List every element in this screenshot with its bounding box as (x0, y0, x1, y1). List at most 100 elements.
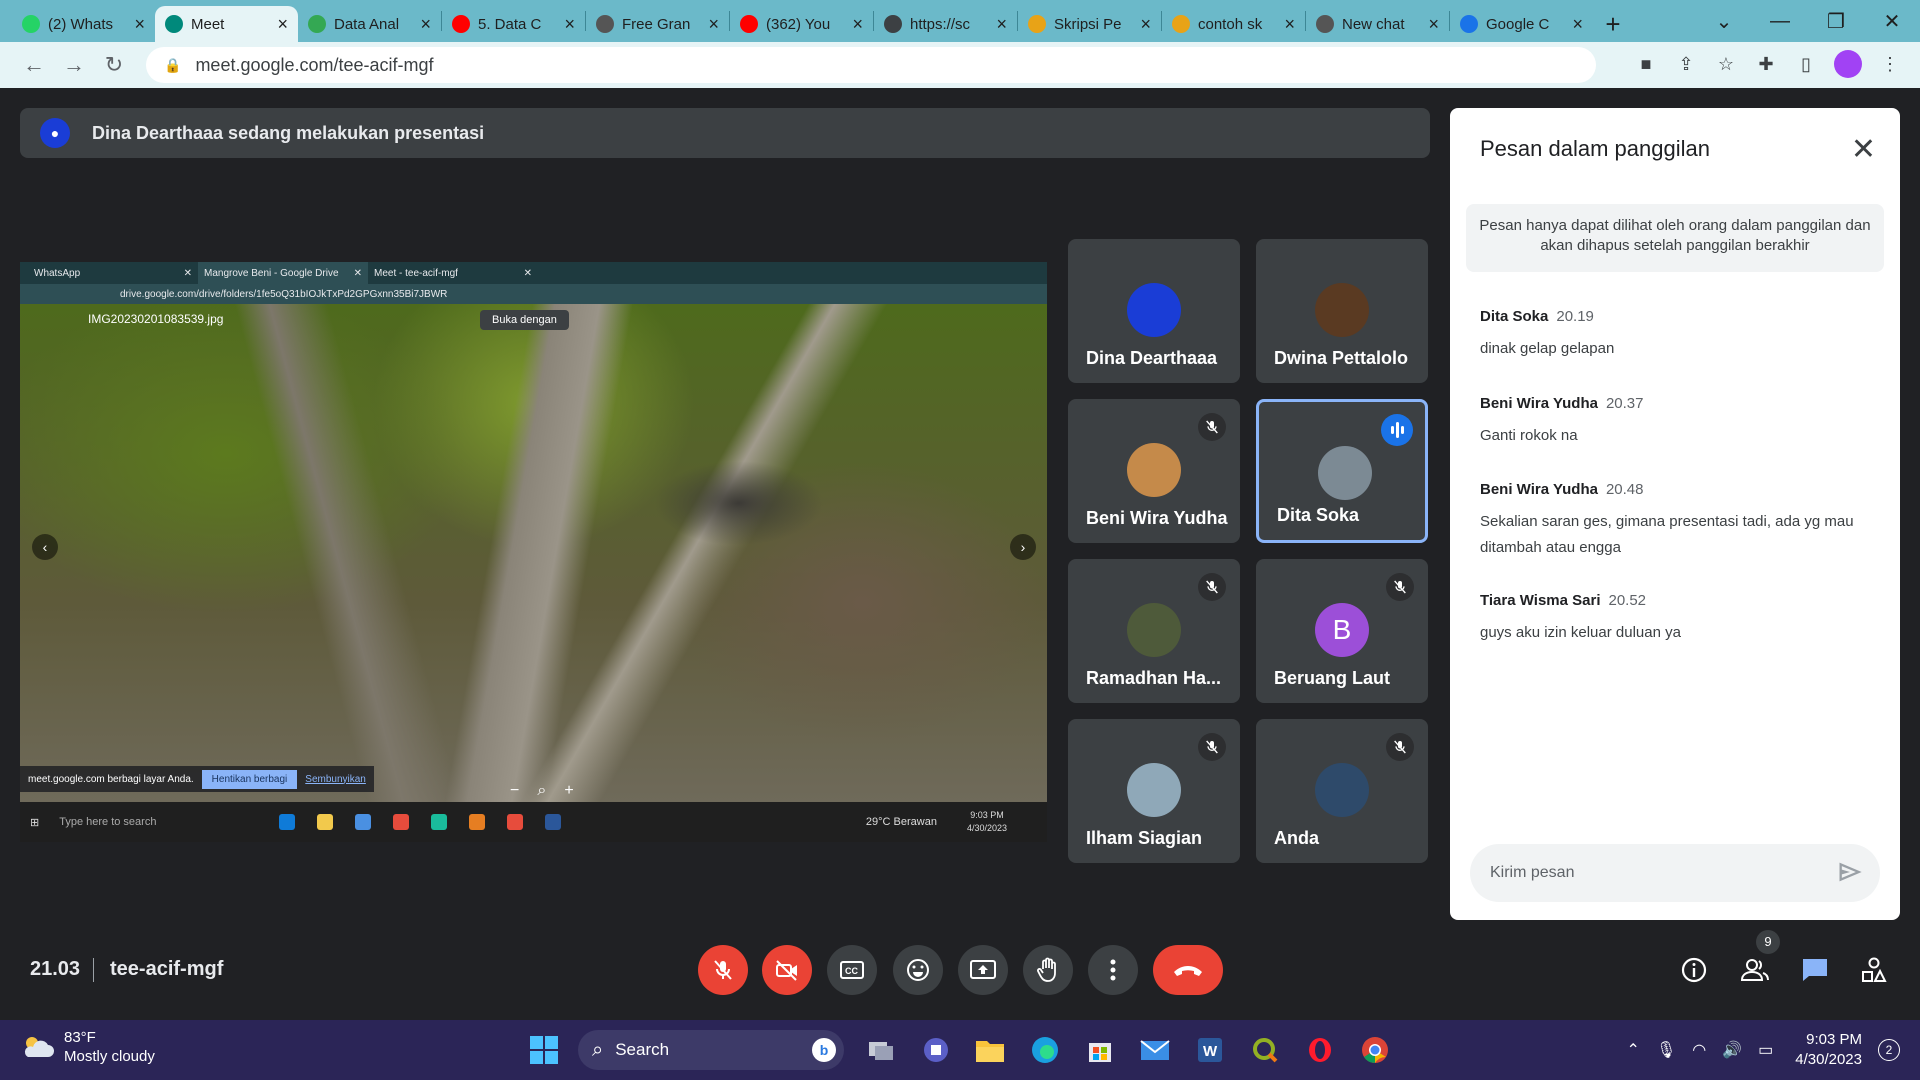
participant-tile[interactable]: Beni Wira Yudha (1068, 399, 1240, 543)
opera-icon[interactable] (1302, 1032, 1338, 1068)
extensions-icon[interactable]: ✚ (1746, 54, 1786, 75)
tab-close-icon[interactable]: × (277, 14, 288, 35)
activities-button[interactable] (1856, 952, 1892, 988)
tab-close-icon[interactable]: × (708, 14, 719, 35)
task-view-icon[interactable] (863, 1032, 899, 1068)
more-options-button[interactable] (1088, 945, 1138, 995)
chat-button[interactable] (1797, 952, 1833, 988)
tab-close-icon[interactable]: × (134, 14, 145, 35)
menu-icon[interactable]: ⋮ (1870, 54, 1910, 75)
share-icon[interactable]: ⇪ (1666, 54, 1706, 75)
reload-icon[interactable]: ↻ (94, 52, 134, 78)
back-icon[interactable]: ← (14, 52, 54, 78)
camera-icon[interactable]: ■ (1626, 54, 1666, 75)
minimize-button[interactable]: — (1752, 10, 1808, 33)
browser-tab[interactable]: Data Anal × (298, 6, 441, 42)
mic-off-icon (1198, 413, 1226, 441)
maximize-button[interactable]: ❐ (1808, 9, 1864, 34)
browser-tab-strip: (2) Whats × Meet × Data Anal × 5. Data C × Free … (0, 0, 1920, 42)
tab-close-icon[interactable]: × (852, 14, 863, 35)
forward-icon[interactable]: → (54, 52, 94, 78)
participant-tile[interactable]: Ilham Siagian (1068, 719, 1240, 863)
tab-title: (2) Whats (48, 15, 114, 33)
browser-tab[interactable]: (362) You × (730, 6, 873, 42)
avatar (1127, 443, 1181, 497)
meeting-details-button[interactable] (1676, 952, 1712, 988)
browser-tab[interactable]: 5. Data C × (442, 6, 585, 42)
tab-close-icon[interactable]: × (1572, 14, 1583, 35)
teams-icon[interactable] (918, 1032, 954, 1068)
search-icon: ⌕ (592, 1038, 604, 1061)
camera-toggle-button[interactable] (762, 945, 812, 995)
present-screen-button[interactable] (958, 945, 1008, 995)
shared-taskbar-icons (279, 814, 562, 830)
captions-button[interactable]: CC (827, 945, 877, 995)
tab-close-icon[interactable]: × (420, 14, 431, 35)
tab-title: Google C (1486, 15, 1550, 33)
address-bar[interactable]: 🔒 meet.google.com/tee-acif-mgf (146, 47, 1596, 83)
send-icon[interactable] (1836, 858, 1864, 891)
meeting-time: 21.03 (30, 958, 81, 980)
microphone-icon[interactable]: 🎙 (1656, 1040, 1676, 1060)
volume-icon[interactable]: 🔊 (1722, 1040, 1742, 1060)
profile-avatar[interactable] (1834, 50, 1862, 78)
participant-tile[interactable]: Dita Soka (1256, 399, 1428, 543)
bing-icon[interactable]: b (812, 1038, 836, 1062)
bookmark-star-icon[interactable]: ☆ (1706, 54, 1746, 75)
new-tab-button[interactable]: + (1593, 6, 1633, 42)
chat-input[interactable]: Kirim pesan (1470, 844, 1880, 902)
shared-clock: 9:03 PM 4/30/2023 (966, 810, 1007, 833)
weather-widget[interactable]: 83°F Mostly cloudy (20, 1028, 155, 1066)
start-button[interactable] (526, 1032, 562, 1068)
chevron-up-icon[interactable]: ⌃ (1627, 1040, 1640, 1060)
reactions-button[interactable] (893, 945, 943, 995)
participant-tile[interactable]: B Beruang Laut (1256, 559, 1428, 703)
browser-tab[interactable]: Meet × (155, 6, 298, 42)
lock-icon[interactable]: 🔒 (164, 57, 181, 74)
tab-close-icon[interactable]: × (1284, 14, 1295, 35)
shared-taskbar: ⊞ Type here to search 29°C Berawan 9:03 … (20, 802, 1047, 842)
close-icon[interactable]: ✕ (1851, 132, 1876, 167)
raise-hand-button[interactable] (1023, 945, 1073, 995)
browser-tab[interactable]: Free Gran × (586, 6, 729, 42)
file-explorer-icon[interactable] (972, 1032, 1008, 1068)
leave-call-button[interactable] (1153, 945, 1223, 995)
store-icon[interactable] (1082, 1032, 1118, 1068)
tab-close-icon[interactable]: × (564, 14, 575, 35)
weather-desc: Mostly cloudy (64, 1048, 155, 1065)
url-text: meet.google.com/tee-acif-mgf (195, 54, 434, 75)
browser-tab[interactable]: contoh sk × (1162, 6, 1305, 42)
mic-toggle-button[interactable] (698, 945, 748, 995)
participant-tile[interactable]: Ramadhan Ha... (1068, 559, 1240, 703)
wifi-icon[interactable]: ◠ (1692, 1040, 1706, 1060)
clock[interactable]: 9:03 PM 4/30/2023 (1795, 1030, 1862, 1070)
notifications-badge[interactable]: 2 (1878, 1039, 1900, 1061)
edge-icon[interactable] (1027, 1032, 1063, 1068)
tab-close-icon[interactable]: × (996, 14, 1007, 35)
shared-filename: IMG20230201083539.jpg (88, 312, 224, 326)
openai-icon (1316, 15, 1334, 33)
participant-tile[interactable]: Dwina Pettalolo (1256, 239, 1428, 383)
battery-icon[interactable]: ▭ (1758, 1040, 1773, 1060)
tab-close-icon[interactable]: × (1428, 14, 1439, 35)
word-icon[interactable]: W (1192, 1032, 1228, 1068)
chrome-icon[interactable] (1357, 1032, 1393, 1068)
browser-tab[interactable]: (2) Whats × (12, 6, 155, 42)
tab-close-icon[interactable]: × (1140, 14, 1151, 35)
divider (93, 958, 94, 982)
taskbar-search[interactable]: ⌕ Search b (578, 1030, 844, 1070)
participant-name: Anda (1274, 828, 1319, 848)
browser-tab[interactable]: New chat × (1306, 6, 1449, 42)
side-panel-icon[interactable]: ▯ (1786, 54, 1826, 75)
close-window-button[interactable]: ✕ (1864, 9, 1920, 34)
participant-tile[interactable]: Dina Dearthaaa (1068, 239, 1240, 383)
gear-icon (308, 15, 326, 33)
browser-tab[interactable]: Skripsi Pe × (1018, 6, 1161, 42)
people-button[interactable] (1737, 952, 1773, 988)
browser-tab[interactable]: https://sc × (874, 6, 1017, 42)
tab-search-icon[interactable]: ⌄ (1696, 9, 1752, 34)
qgis-icon[interactable] (1247, 1032, 1283, 1068)
participant-tile[interactable]: Anda (1256, 719, 1428, 863)
browser-tab[interactable]: Google C × (1450, 6, 1593, 42)
mail-icon[interactable] (1137, 1032, 1173, 1068)
